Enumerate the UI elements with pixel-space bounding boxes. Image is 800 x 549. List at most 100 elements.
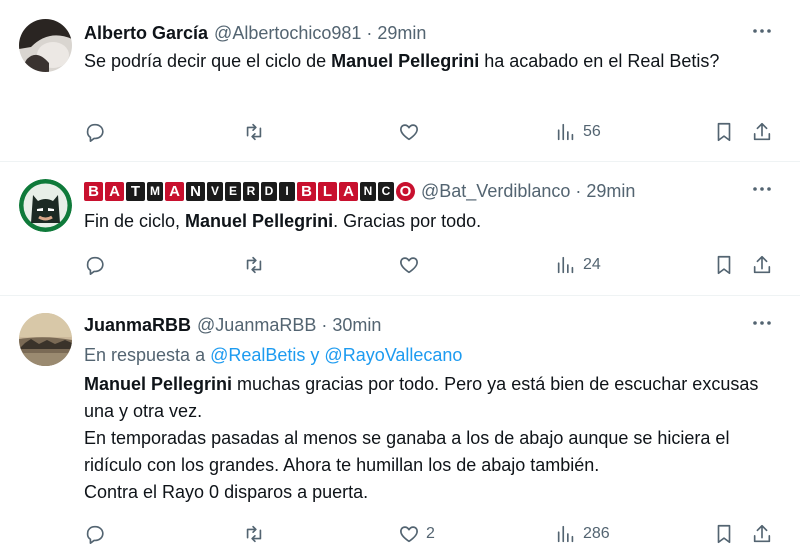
share-button[interactable] [751, 519, 773, 549]
timestamp[interactable]: 30min [332, 315, 381, 336]
reply-icon [86, 525, 104, 544]
tweet-text: Manuel Pellegrini muchas gracias por tod… [84, 371, 784, 506]
name-letter: E [225, 181, 241, 201]
author-name[interactable]: JuanmaRBB [84, 315, 191, 336]
tweet-paragraph: En temporadas pasadas al menos se ganaba… [84, 428, 730, 475]
tweet-text-part: Se podría decir que el ciclo de [84, 51, 332, 71]
name-letter: A [105, 181, 124, 201]
bookmark-button[interactable] [713, 250, 735, 280]
reply-prefix: En respuesta a [84, 345, 211, 365]
timestamp[interactable]: 29min [586, 181, 635, 202]
heart-icon [400, 124, 418, 141]
more-icon[interactable] [748, 178, 776, 204]
reply-icon [86, 123, 104, 142]
tweet-text: Fin de ciclo, Manuel Pellegrini. Gracias… [84, 208, 784, 235]
retweet-button[interactable] [243, 250, 265, 280]
avatar[interactable] [19, 19, 72, 72]
name-letter: A [339, 181, 358, 201]
share-button[interactable] [751, 250, 773, 280]
name-letter: N [186, 181, 205, 201]
bookmark-icon [717, 524, 731, 544]
name-letter: I [279, 181, 295, 201]
name-letter: B [84, 181, 103, 201]
author-handle[interactable]: @JuanmaRBB [197, 315, 316, 336]
mention-bold: Manuel Pellegrini [185, 211, 334, 231]
author-handle[interactable]: @Albertochico981 [214, 23, 361, 44]
tweet-text-part: . Gracias por todo. [333, 211, 482, 231]
separator-dot: · [321, 314, 328, 335]
retweet-icon [246, 256, 262, 274]
timestamp[interactable]: 29min [377, 23, 426, 44]
tweet-2[interactable]: B A T M A N V E R D I B L A N C O @Bat_V… [0, 162, 800, 296]
share-icon [753, 524, 771, 543]
share-icon [753, 122, 771, 141]
mention-link[interactable]: @RealBetis [210, 345, 305, 365]
views-count: 56 [583, 123, 601, 140]
name-letter: A [165, 181, 184, 201]
views-button[interactable]: 56 [555, 117, 601, 147]
author-name[interactable]: Alberto García [84, 23, 208, 44]
views-count: 24 [583, 256, 601, 273]
like-button[interactable]: 2 [398, 519, 435, 549]
reply-button[interactable] [84, 250, 106, 280]
reply-button[interactable] [84, 117, 106, 147]
like-button[interactable] [398, 117, 426, 147]
views-button[interactable]: 286 [555, 519, 610, 549]
name-letter: D [261, 181, 277, 201]
views-icon [557, 256, 574, 274]
bookmark-button[interactable] [713, 519, 735, 549]
tweet-paragraph: Contra el Rayo 0 disparos a puerta. [84, 482, 369, 502]
heart-icon [400, 526, 418, 543]
tweet-header: JuanmaRBB @JuanmaRBB · 30min [84, 312, 381, 338]
views-icon [557, 123, 574, 141]
views-count: 286 [583, 525, 610, 542]
mention-link[interactable]: @RayoVallecano [324, 345, 462, 365]
name-letter: L [318, 181, 337, 201]
retweet-button[interactable] [243, 117, 265, 147]
mention-bold: Manuel Pellegrini [331, 51, 480, 71]
like-button[interactable] [398, 250, 426, 280]
action-bar: 24 [0, 250, 800, 280]
action-bar: 56 [0, 117, 800, 147]
reply-button[interactable] [84, 519, 106, 549]
bookmark-button[interactable] [713, 117, 735, 147]
more-icon[interactable] [748, 312, 776, 338]
views-icon [557, 525, 574, 543]
mention-bold: Manuel Pellegrini [84, 374, 233, 394]
tweet-text: Se podría decir que el ciclo de Manuel P… [84, 48, 784, 75]
avatar[interactable] [19, 179, 72, 232]
like-count: 2 [426, 525, 435, 542]
tweet-3[interactable]: JuanmaRBB @JuanmaRBB · 30min En respuest… [0, 296, 800, 549]
separator-dot: · [575, 180, 582, 201]
retweet-button[interactable] [243, 519, 265, 549]
tweet-1[interactable]: Alberto García @Albertochico981 · 29min … [0, 0, 800, 162]
name-letter: R [243, 181, 259, 201]
reply-and: y [305, 345, 325, 365]
separator-dot: · [366, 22, 373, 43]
tweet-header: Alberto García @Albertochico981 · 29min [84, 20, 426, 46]
action-bar: 2 286 [0, 519, 800, 549]
share-icon [753, 255, 771, 274]
name-letter: N [360, 181, 376, 201]
views-button[interactable]: 24 [555, 250, 601, 280]
share-button[interactable] [751, 117, 773, 147]
reply-context: En respuesta a @RealBetis y @RayoValleca… [84, 342, 462, 368]
name-letter: V [207, 181, 223, 201]
name-letter: C [378, 181, 394, 201]
tweet-header: B A T M A N V E R D I B L A N C O @Bat_V… [84, 178, 635, 204]
more-icon[interactable] [748, 20, 776, 46]
avatar[interactable] [19, 313, 72, 366]
retweet-icon [246, 525, 262, 543]
name-letter: B [297, 181, 316, 201]
name-letter: T [126, 181, 145, 201]
bookmark-icon [717, 122, 731, 142]
retweet-icon [246, 123, 262, 141]
tweet-text-part: ha acabado en el Real Betis? [479, 51, 720, 71]
reply-icon [86, 256, 104, 275]
name-letter: O [396, 181, 415, 201]
tweet-paragraph: Manuel Pellegrini muchas gracias por tod… [84, 371, 784, 425]
author-handle[interactable]: @Bat_Verdiblanco [421, 181, 570, 202]
bookmark-icon [717, 255, 731, 275]
heart-icon [400, 257, 418, 274]
author-name[interactable]: B A T M A N V E R D I B L A N C O [84, 181, 415, 201]
